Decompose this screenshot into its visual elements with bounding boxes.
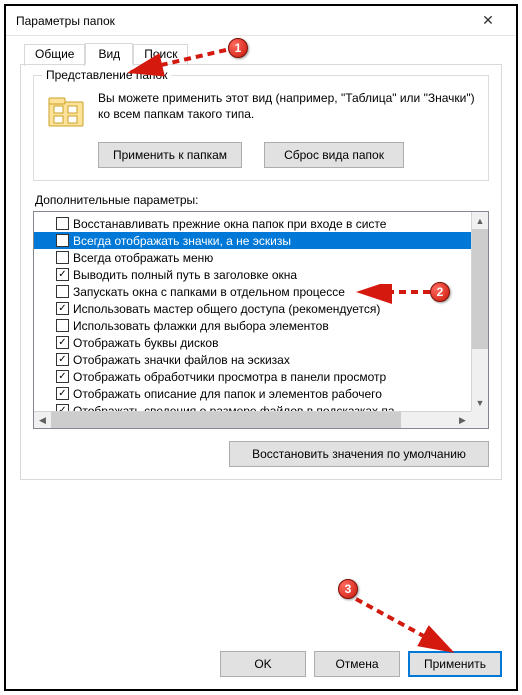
reset-folders-button[interactable]: Сброс вида папок	[264, 142, 404, 168]
cancel-button[interactable]: Отмена	[314, 651, 400, 677]
checkbox-icon[interactable]: ✓	[56, 353, 69, 366]
checkbox-icon[interactable]: ✓	[56, 336, 69, 349]
folder-icon	[46, 92, 86, 132]
scroll-left-icon[interactable]: ◀	[34, 412, 51, 428]
tab-strip: Общие Вид Поиск	[24, 42, 502, 64]
advanced-setting-label: Всегда отображать значки, а не эскизы	[73, 234, 291, 248]
vertical-scrollbar[interactable]: ▲ ▼	[471, 212, 488, 411]
folder-views-description: Вы можете применить этот вид (например, …	[98, 90, 476, 132]
advanced-setting-item[interactable]: ✓ Отображать буквы дисков	[34, 334, 488, 351]
annotation-badge-1: 1	[228, 38, 248, 58]
checkbox-icon[interactable]	[56, 319, 69, 332]
tab-view[interactable]: Вид	[85, 43, 133, 65]
advanced-setting-item[interactable]: ✓ Отображать значки файлов на эскизах	[34, 351, 488, 368]
advanced-setting-item[interactable]: ✓ Отображать обработчики просмотра в пане…	[34, 368, 488, 385]
folder-views-title: Представление папок	[42, 68, 171, 82]
advanced-setting-label: Отображать описание для папок и элементо…	[73, 387, 382, 401]
advanced-setting-label: Отображать значки файлов на эскизах	[73, 353, 290, 367]
tab-search[interactable]: Поиск	[133, 44, 188, 66]
advanced-setting-label: Восстанавливать прежние окна папок при в…	[73, 217, 386, 231]
annotation-badge-2: 2	[430, 282, 450, 302]
advanced-setting-label: Всегда отображать меню	[73, 251, 213, 265]
advanced-setting-item[interactable]: Всегда отображать значки, а не эскизы	[34, 232, 488, 249]
scroll-up-icon[interactable]: ▲	[472, 212, 488, 229]
tab-general[interactable]: Общие	[24, 44, 85, 66]
hscroll-thumb[interactable]	[51, 412, 401, 428]
advanced-setting-label: Использовать флажки для выбора элементов	[73, 319, 329, 333]
advanced-setting-item[interactable]: Восстанавливать прежние окна папок при в…	[34, 215, 488, 232]
close-icon: ✕	[482, 12, 494, 29]
advanced-settings-label: Дополнительные параметры:	[35, 193, 489, 207]
apply-button[interactable]: Применить	[408, 651, 502, 677]
titlebar: Параметры папок ✕	[6, 6, 516, 36]
checkbox-icon[interactable]: ✓	[56, 268, 69, 281]
checkbox-icon[interactable]	[56, 251, 69, 264]
restore-defaults-button[interactable]: Восстановить значения по умолчанию	[229, 441, 489, 467]
scroll-down-icon[interactable]: ▼	[472, 394, 488, 411]
advanced-setting-label: Отображать обработчики просмотра в панел…	[73, 370, 386, 384]
vscroll-thumb[interactable]	[472, 229, 488, 349]
advanced-setting-item[interactable]: Использовать флажки для выбора элементов	[34, 317, 488, 334]
scroll-corner	[471, 411, 488, 428]
advanced-setting-label: Отображать буквы дисков	[73, 336, 218, 350]
advanced-settings-list[interactable]: Восстанавливать прежние окна папок при в…	[33, 211, 489, 429]
checkbox-icon[interactable]: ✓	[56, 302, 69, 315]
ok-button[interactable]: OK	[220, 651, 306, 677]
scroll-right-icon[interactable]: ▶	[454, 412, 471, 428]
checkbox-icon[interactable]	[56, 234, 69, 247]
dialog-buttons: OK Отмена Применить	[6, 651, 516, 689]
window-title: Параметры папок	[16, 14, 115, 28]
folder-views-group: Представление папок Вы можете применить …	[33, 75, 489, 181]
checkbox-icon[interactable]: ✓	[56, 387, 69, 400]
advanced-setting-label: Выводить полный путь в заголовке окна	[73, 268, 297, 282]
advanced-setting-item[interactable]: ✓ Отображать описание для папок и элемент…	[34, 385, 488, 402]
advanced-setting-item[interactable]: ✓ Использовать мастер общего доступа (рек…	[34, 300, 488, 317]
advanced-setting-item[interactable]: Всегда отображать меню	[34, 249, 488, 266]
annotation-badge-3: 3	[338, 579, 358, 599]
checkbox-icon[interactable]	[56, 285, 69, 298]
advanced-setting-label: Запускать окна с папками в отдельном про…	[73, 285, 345, 299]
tab-panel-view: Представление папок Вы можете применить …	[20, 64, 502, 480]
checkbox-icon[interactable]	[56, 217, 69, 230]
advanced-setting-label: Использовать мастер общего доступа (реко…	[73, 302, 380, 316]
close-button[interactable]: ✕	[468, 7, 508, 35]
apply-to-folders-button[interactable]: Применить к папкам	[98, 142, 242, 168]
checkbox-icon[interactable]: ✓	[56, 370, 69, 383]
advanced-setting-item[interactable]: ✓ Выводить полный путь в заголовке окна	[34, 266, 488, 283]
horizontal-scrollbar[interactable]: ◀ ▶	[34, 411, 471, 428]
advanced-setting-item[interactable]: Запускать окна с папками в отдельном про…	[34, 283, 488, 300]
